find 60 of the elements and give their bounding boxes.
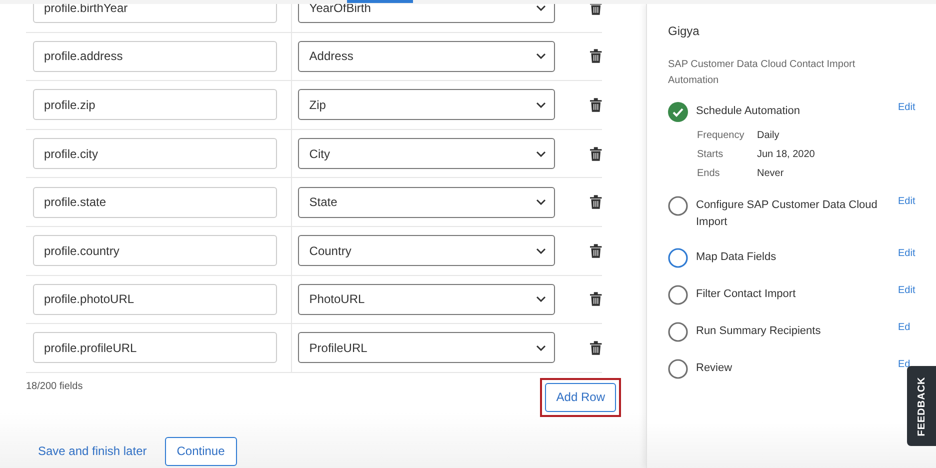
chevron-icon [536,4,546,11]
dropdown[interactable]: Zip [298,89,556,120]
chevron-icon [536,150,546,157]
tab-indicator [347,0,413,3]
chevron-icon [536,53,546,60]
circle-icon [668,196,688,216]
step-label: Review [696,361,734,376]
chevron-icon [536,296,546,302]
trash-icon[interactable] [590,146,602,161]
input-field[interactable]: profile.city [33,138,277,170]
dropdown[interactable]: State [298,186,556,218]
detail-label: Frequency [697,130,746,141]
step-label: Filter Contact Import [696,287,797,302]
input-field[interactable]: profile.country [33,235,277,266]
step-label: Configure SAP Customer Data Cloud Import [696,198,878,230]
panel-title: Gigya [668,24,700,38]
detail-label: Starts [697,149,724,160]
trash-icon[interactable] [590,244,602,258]
save-later-link[interactable]: Save and finish later [38,444,147,458]
input-field[interactable]: profile.state [33,186,277,218]
detail-value: Never [757,168,785,179]
edit-link[interactable]: Edit [898,285,916,296]
input-field[interactable]: profile.address [33,40,277,72]
dropdown[interactable]: PhotoURL [298,284,556,315]
circle-icon [668,248,688,268]
edit-link[interactable]: Edit [898,196,916,207]
dropdown[interactable]: City [298,138,556,170]
input-field[interactable]: profile.profileURL [33,332,277,364]
dropdown[interactable]: ProfileURL [298,332,556,364]
field-count: 18/200 fields [26,380,83,392]
feedback-tab[interactable]: FEEDBACK [907,366,936,446]
chevron-icon [536,248,546,254]
chevron-icon [536,344,546,351]
step-label: Run Summary Recipients [696,324,822,339]
dropdown[interactable]: Address [298,40,556,72]
panel-subtitle: SAP Customer Data Cloud Contact Import Automation [668,58,856,88]
detail-value: Jun 18, 2020 [757,149,816,160]
trash-icon[interactable] [590,49,602,64]
circle-icon [668,285,688,305]
circle-icon [668,359,688,379]
dropdown[interactable]: Country [298,235,556,266]
edit-link[interactable]: Ed [898,322,910,333]
chevron-icon [536,199,546,206]
trash-icon[interactable] [590,292,602,306]
input-field[interactable]: profile.zip [33,89,277,120]
step-label: Schedule Automation [696,104,801,119]
trash-icon[interactable] [590,195,602,210]
continue-button[interactable]: Continue [164,436,237,466]
add-row-button[interactable]: Add Row [545,382,616,412]
trash-icon[interactable] [590,98,602,112]
chevron-icon [536,102,546,108]
detail-label: Ends [697,168,721,179]
check-circle-icon [668,102,688,122]
trash-icon[interactable] [590,340,602,355]
step-label: Map Data Fields [696,250,778,265]
circle-icon [668,322,688,342]
edit-link[interactable]: Edit [898,248,916,259]
input-field[interactable]: profile.photoURL [33,284,277,315]
detail-value: Daily [757,130,780,141]
edit-link[interactable]: Edit [898,102,916,113]
